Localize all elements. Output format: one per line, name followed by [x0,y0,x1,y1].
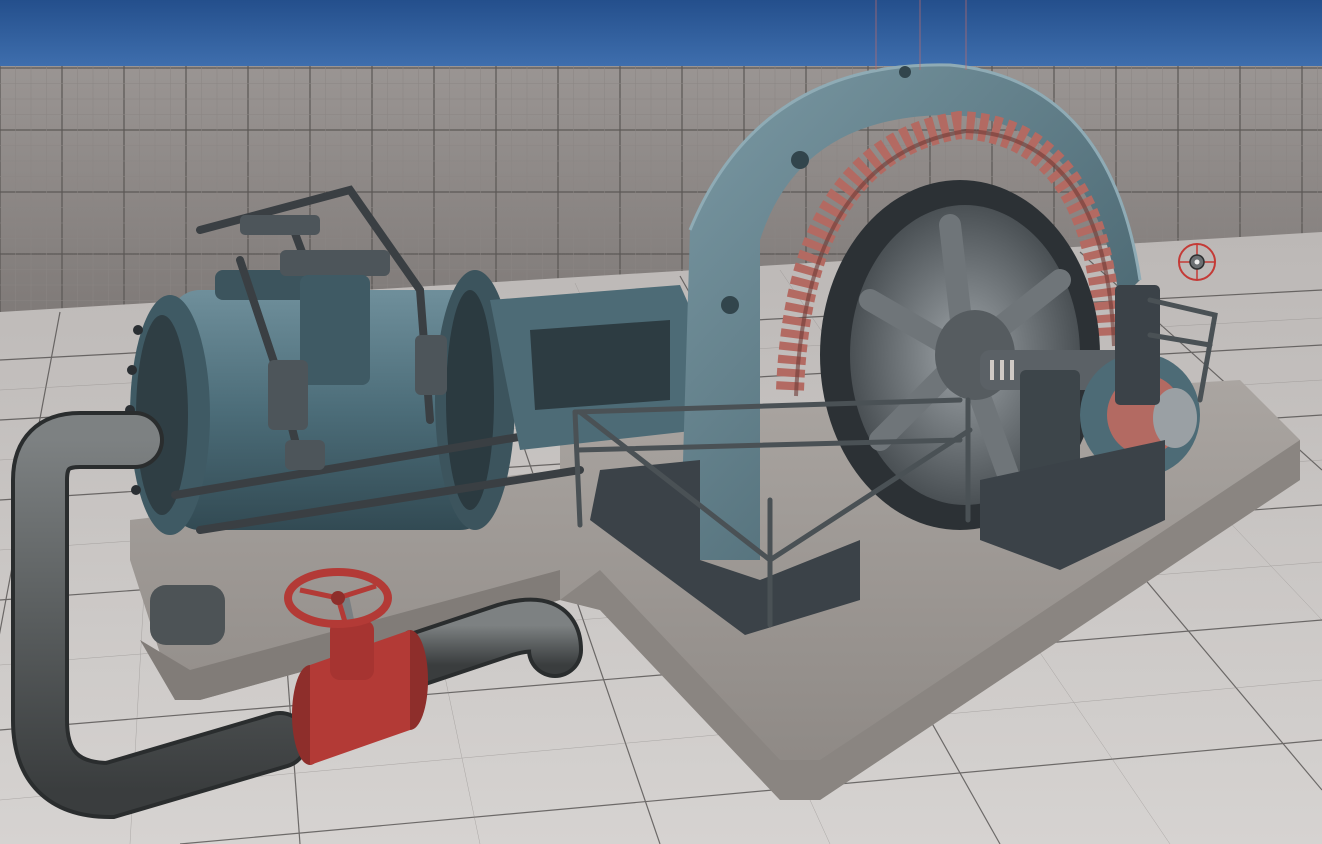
sky-background [0,0,1322,68]
reflection-capture-icon[interactable] [1178,243,1216,281]
scene-render[interactable] [0,0,1322,844]
editor-viewport[interactable] [0,0,1322,844]
